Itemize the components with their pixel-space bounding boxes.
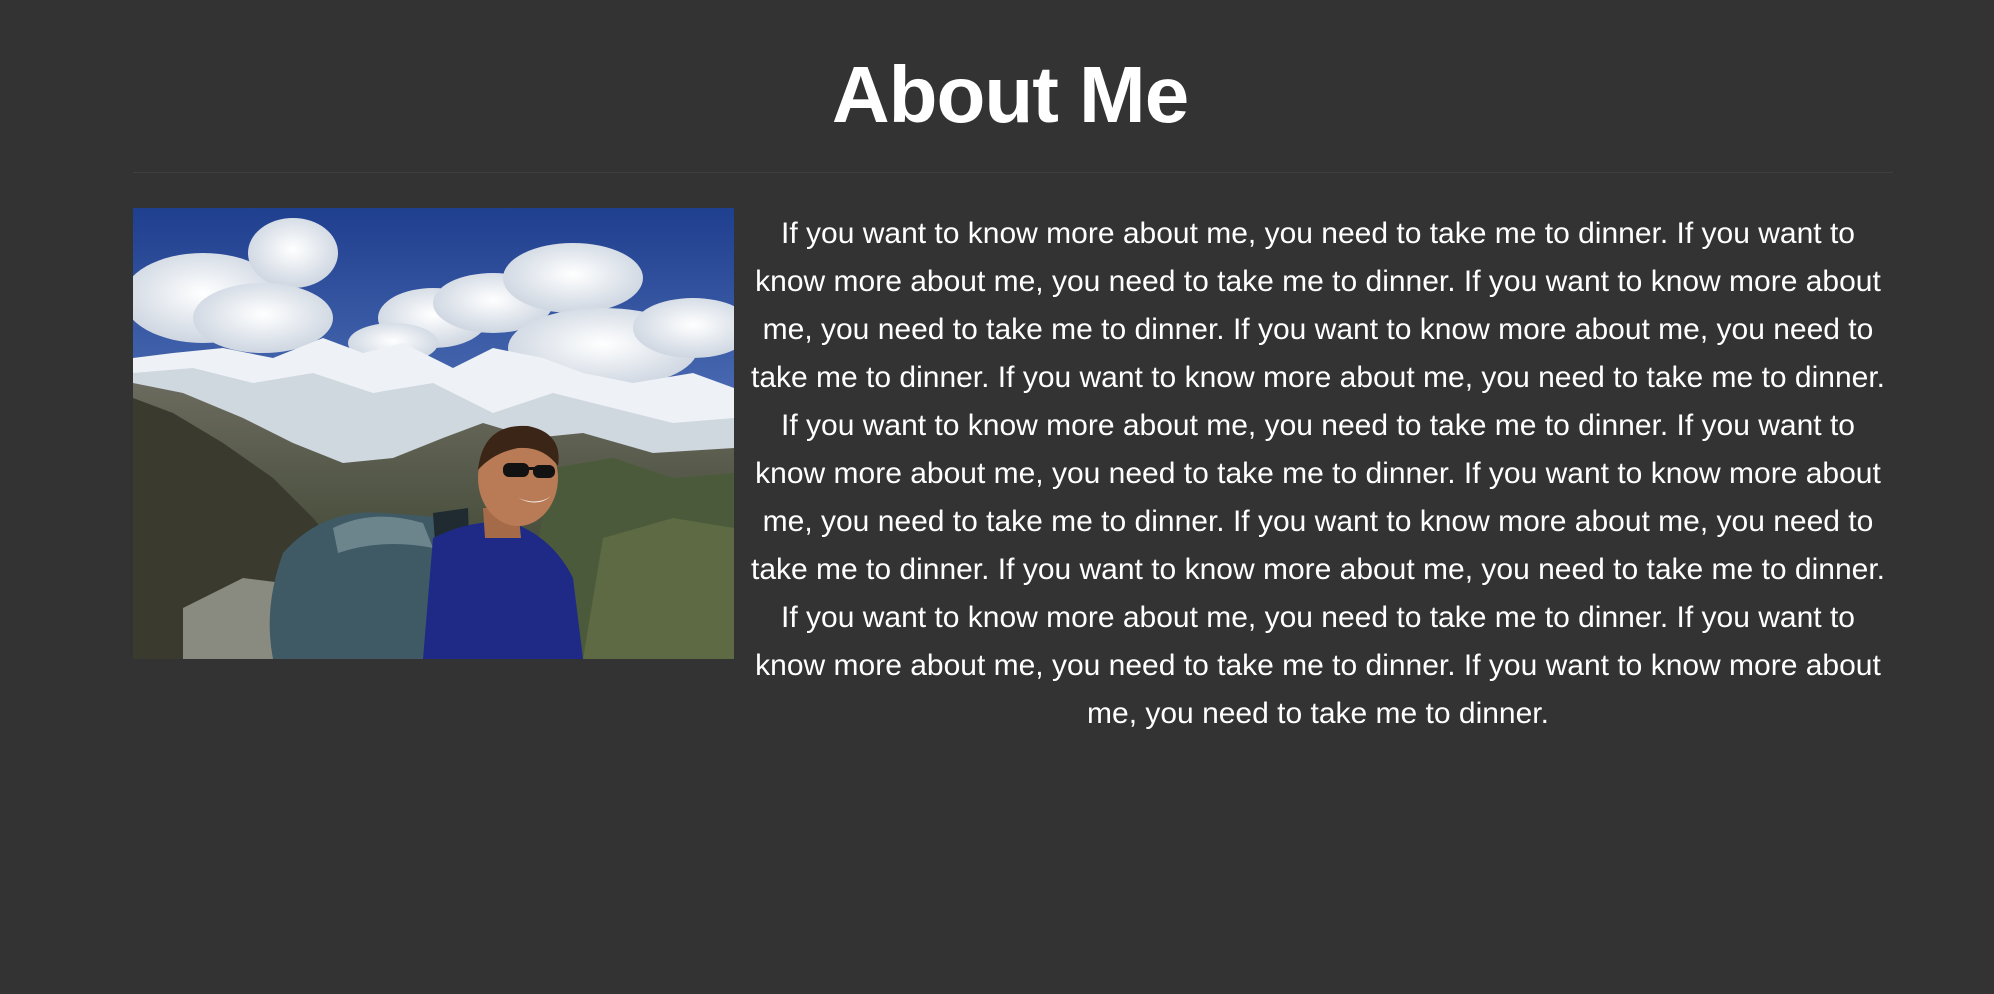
page-title: About Me [831,50,1189,139]
about-page: About Me If you want to know more about … [0,0,1994,994]
mountain-hiker-photo [133,208,734,659]
profile-photo [133,208,734,659]
bio-text: If you want to know more about me, you n… [751,217,1885,730]
divider [133,172,1893,173]
